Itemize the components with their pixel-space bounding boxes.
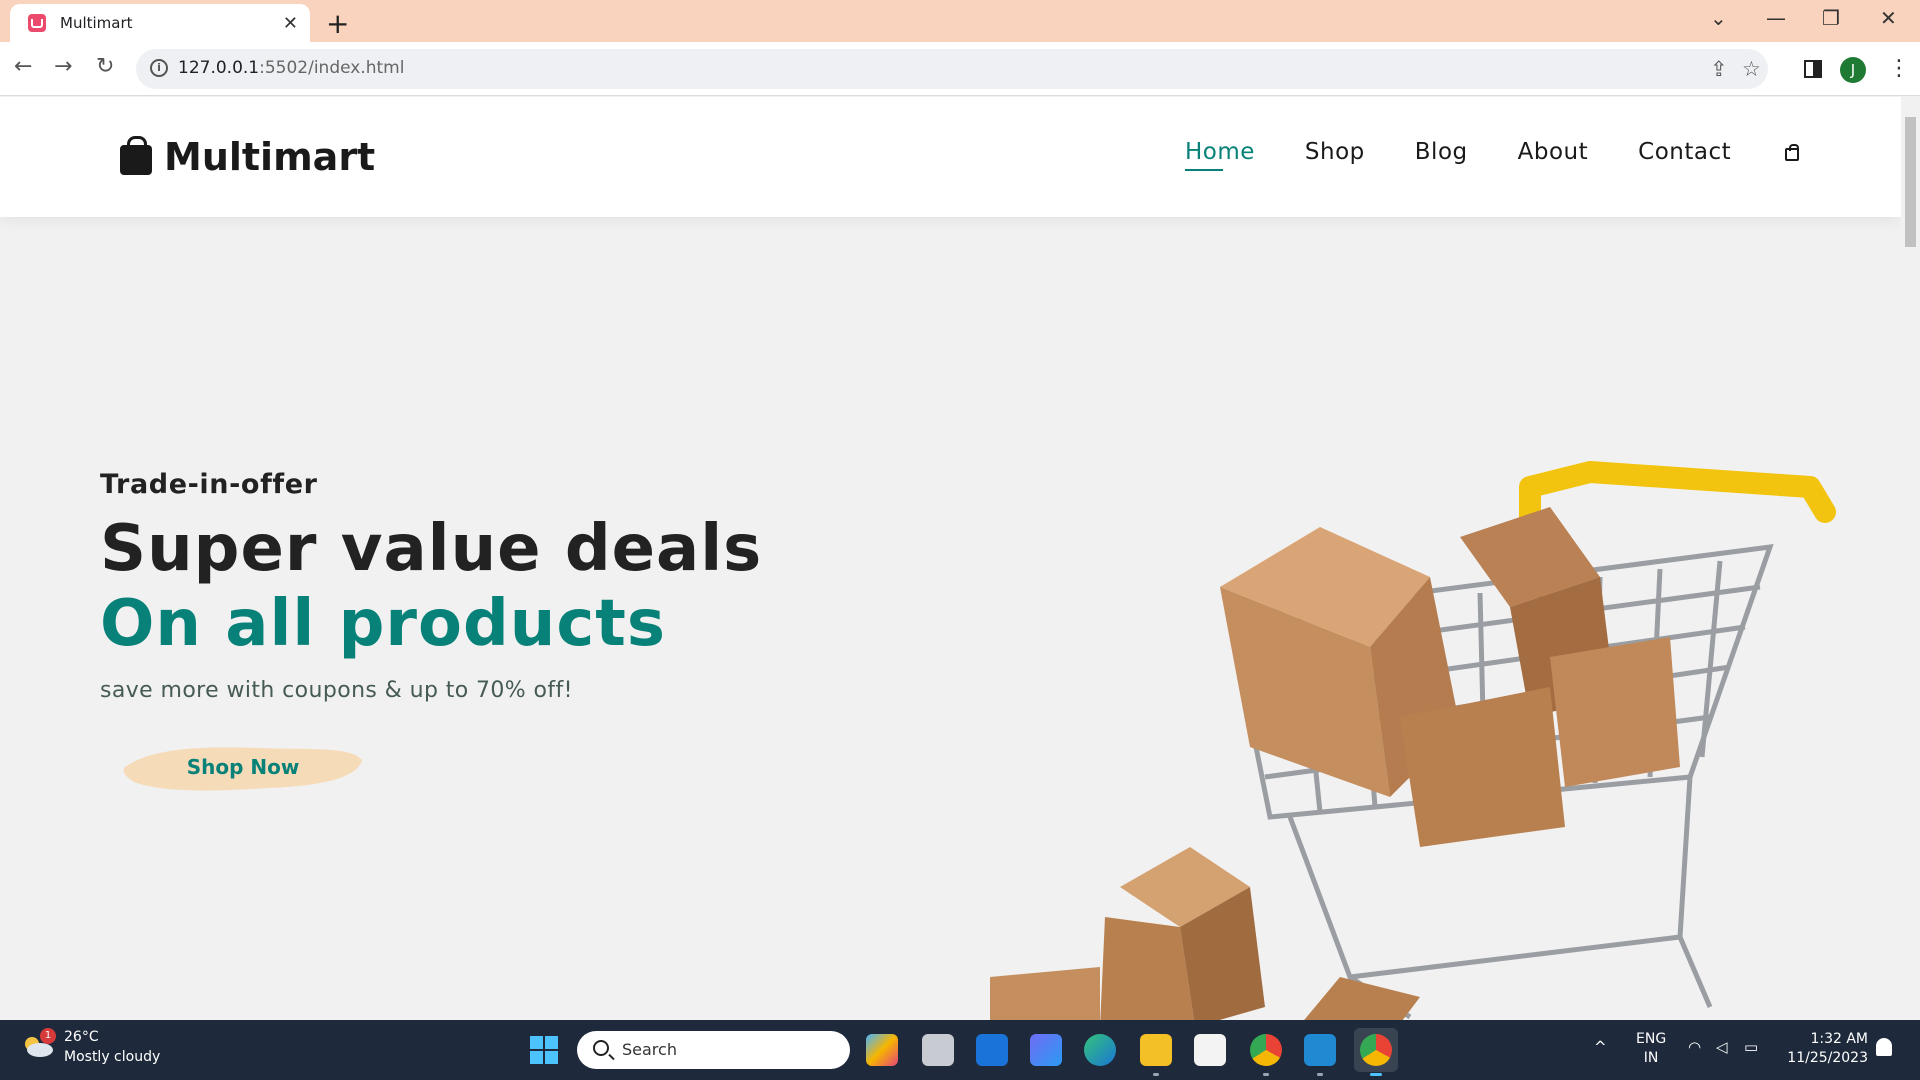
hero-subtext: save more with coupons & up to 70% off! (100, 678, 573, 703)
tab-title: Multimart (60, 14, 133, 32)
web-page: Multimart Home Shop Blog About Contact T… (0, 97, 1901, 1020)
task-view-icon[interactable] (922, 1034, 954, 1066)
side-panel-icon[interactable] (1804, 60, 1822, 78)
scrollbar-thumb[interactable] (1905, 117, 1916, 247)
bing-icon[interactable] (1030, 1034, 1062, 1066)
reload-icon[interactable]: ↻ (96, 54, 114, 79)
hero-text: Trade-in-offer Super value deals On all … (100, 469, 762, 703)
address-bar[interactable]: i 127.0.0.1:5502/index.html ⇪ ☆ (136, 49, 1768, 89)
shop-now-button[interactable]: Shop Now (120, 738, 366, 796)
copilot-pre-icon[interactable] (866, 1034, 898, 1066)
chrome-profile-icon[interactable] (1354, 1028, 1398, 1076)
logo-text: Multimart (164, 135, 376, 179)
file-explorer-icon[interactable] (1140, 1034, 1172, 1076)
share-icon[interactable]: ⇪ (1710, 57, 1728, 81)
hero-headline: Super value deals (100, 512, 763, 586)
nav-home[interactable]: Home (1185, 139, 1255, 171)
store-icon[interactable] (1194, 1034, 1226, 1066)
menu-icon[interactable]: ⋮ (1888, 56, 1910, 81)
profile-avatar[interactable]: J (1840, 57, 1866, 83)
search-placeholder: Search (622, 1040, 677, 1059)
search-icon (593, 1040, 609, 1056)
vscode-icon[interactable] (1304, 1034, 1336, 1076)
main-nav: Home Shop Blog About Contact (1185, 139, 1800, 171)
chrome-icon[interactable] (1250, 1034, 1282, 1076)
minimize-button[interactable]: — (1766, 6, 1786, 30)
browser-tabstrip: Multimart ✕ + ⌄ — ❐ ✕ (0, 0, 1920, 42)
weather-alert-badge: 1 (40, 1028, 56, 1044)
browser-toolbar: ← → ↻ i 127.0.0.1:5502/index.html ⇪ ☆ (0, 42, 1920, 96)
forward-icon[interactable]: → (54, 54, 72, 79)
nav-about[interactable]: About (1518, 139, 1589, 165)
new-tab-button[interactable]: + (326, 7, 349, 40)
browser-tab[interactable]: Multimart ✕ (10, 4, 310, 42)
close-window-button[interactable]: ✕ (1880, 6, 1897, 30)
page-scrollbar[interactable] (1901, 97, 1920, 1020)
language-indicator[interactable]: ENG IN (1636, 1030, 1666, 1068)
tab-close-icon[interactable]: ✕ (283, 13, 298, 34)
taskbar: 1 26°C Mostly cloudy Search ^ ENG IN ◠ ◁ … (0, 1020, 1920, 1080)
shopping-bag-icon (120, 136, 152, 175)
hero-cart-image (990, 461, 1836, 1020)
cart-icon[interactable] (1785, 143, 1800, 161)
site-logo[interactable]: Multimart (120, 135, 375, 179)
hero-headline-accent: On all products (100, 587, 666, 661)
nav-blog[interactable]: Blog (1415, 139, 1468, 165)
volume-icon[interactable]: ◁ (1716, 1038, 1728, 1056)
weather-temperature[interactable]: 26°C (64, 1029, 99, 1045)
shop-now-label: Shop Now (186, 755, 300, 779)
taskbar-search[interactable]: Search (577, 1031, 850, 1069)
back-icon[interactable]: ← (14, 54, 32, 79)
site-favicon-icon (28, 14, 46, 32)
system-clock[interactable]: 1:32 AM 11/25/2023 (1784, 1030, 1868, 1068)
site-header: Multimart Home Shop Blog About Contact (0, 97, 1901, 217)
bookmark-star-icon[interactable]: ☆ (1742, 57, 1761, 81)
nav-shop[interactable]: Shop (1305, 139, 1365, 165)
url-text[interactable]: 127.0.0.1:5502/index.html (178, 58, 404, 78)
restore-button[interactable]: ❐ (1822, 6, 1840, 30)
nav-contact[interactable]: Contact (1638, 139, 1731, 165)
hero-eyebrow: Trade-in-offer (100, 469, 318, 500)
show-hidden-icons-icon[interactable]: ^ (1594, 1038, 1607, 1056)
mail-icon[interactable] (976, 1034, 1008, 1066)
start-button[interactable] (530, 1036, 558, 1064)
weather-description[interactable]: Mostly cloudy (64, 1049, 160, 1065)
wifi-icon[interactable]: ◠ (1688, 1038, 1701, 1056)
site-info-icon[interactable]: i (150, 59, 168, 77)
battery-icon[interactable]: ▭ (1744, 1038, 1758, 1056)
edge-icon[interactable] (1084, 1034, 1116, 1066)
tab-search-icon[interactable]: ⌄ (1710, 6, 1727, 30)
notification-bell-icon[interactable] (1876, 1038, 1892, 1056)
